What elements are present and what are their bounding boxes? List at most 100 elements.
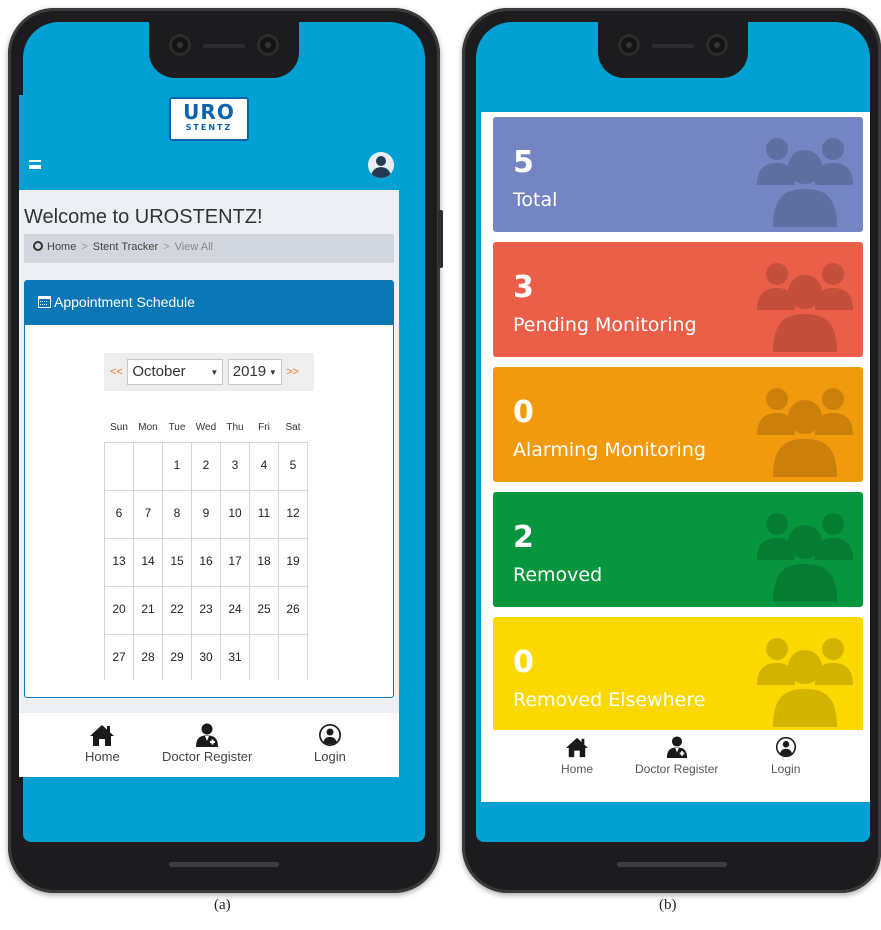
prev-month-button[interactable]: <<	[110, 366, 123, 378]
users-group-icon	[757, 513, 853, 602]
calendar-day-cell[interactable]: 27	[104, 633, 134, 680]
stat-label: Removed	[513, 564, 603, 586]
calendar-day-cell[interactable]	[249, 633, 279, 680]
calendar-day-cell[interactable]: 21	[133, 585, 163, 635]
nav-doctor-register-label: Doctor Register	[635, 762, 719, 776]
year-select[interactable]: 2019 ▼	[227, 359, 282, 385]
dashboard-icon	[33, 241, 43, 251]
breadcrumb-current: View All	[174, 241, 213, 253]
calendar-day-cell[interactable]	[104, 441, 134, 491]
calendar-day-cell[interactable]: 29	[162, 633, 192, 680]
caption-b: (b)	[659, 897, 677, 913]
calendar-day-cell[interactable]: 2	[191, 441, 221, 491]
calendar-week-row: 20 21 22 23 24 25 26	[104, 585, 308, 635]
users-group-icon	[757, 638, 853, 727]
stat-tile-pending-monitoring[interactable]: 3 Pending Monitoring	[493, 242, 863, 357]
nav-login-label: Login	[314, 749, 346, 764]
home-indicator	[616, 862, 727, 867]
nav-login[interactable]: Login	[771, 736, 800, 776]
user-avatar-icon[interactable]	[368, 152, 394, 178]
nav-home[interactable]: Home	[561, 736, 593, 776]
calendar-day-cell[interactable]: 10	[220, 489, 250, 539]
calendar-day-cell[interactable]: 1	[162, 441, 192, 491]
calendar-day-cell[interactable]: 7	[133, 489, 163, 539]
weekday-label: Mon	[138, 422, 158, 434]
users-group-icon	[757, 388, 853, 477]
caption-a: (a)	[214, 897, 231, 913]
speaker-grille	[652, 44, 694, 48]
calendar-day-cell[interactable]: 22	[162, 585, 192, 635]
dropdown-caret-icon: ▼	[268, 368, 277, 377]
calendar-day-cell[interactable]: 15	[162, 537, 192, 587]
nav-home[interactable]: Home	[85, 723, 120, 764]
stat-label: Pending Monitoring	[513, 314, 697, 336]
calendar-day-cell[interactable]: 4	[249, 441, 279, 491]
breadcrumb-separator: >	[81, 241, 88, 253]
stat-value: 2	[513, 520, 534, 555]
calendar-day-cell[interactable]	[133, 441, 163, 491]
stat-tile-removed-elsewhere[interactable]: 0 Removed Elsewhere	[493, 617, 863, 732]
stat-value: 0	[513, 645, 534, 680]
calendar-day-cell[interactable]: 13	[104, 537, 134, 587]
home-icon	[85, 723, 120, 747]
weekday-label: Thu	[226, 422, 244, 434]
calendar-day-cell[interactable]: 11	[249, 489, 279, 539]
calendar-day-cell[interactable]: 8	[162, 489, 192, 539]
notch	[598, 22, 748, 78]
bottom-nav: Home Doctor Register Login	[481, 730, 870, 792]
app-screen-dashboard: 5 Total 3 Pending Monitoring 0 Alarming …	[481, 112, 870, 802]
screen-b: 5 Total 3 Pending Monitoring 0 Alarming …	[476, 22, 870, 842]
speaker-grille	[203, 44, 245, 48]
phone-frame-b: 5 Total 3 Pending Monitoring 0 Alarming …	[462, 8, 881, 893]
weekday-header-row: Sun Mon Tue Wed Thu Fri Sat	[105, 414, 308, 442]
nav-login[interactable]: Login	[314, 723, 346, 764]
calendar-day-cell[interactable]	[278, 633, 308, 680]
breadcrumb: Home > Stent Tracker > View All	[24, 234, 394, 263]
calendar-day-cell[interactable]: 19	[278, 537, 308, 587]
calendar-day-cell[interactable]: 12	[278, 489, 308, 539]
calendar-day-cell[interactable]: 28	[133, 633, 163, 680]
doctor-icon	[635, 736, 718, 760]
nav-doctor-register[interactable]: Doctor Register	[162, 723, 252, 764]
stat-value: 3	[513, 270, 534, 305]
hamburger-menu-icon[interactable]	[29, 160, 41, 169]
stat-tile-alarming-monitoring[interactable]: 0 Alarming Monitoring	[493, 367, 863, 482]
nav-login-label: Login	[771, 762, 801, 776]
month-value: October	[132, 363, 186, 380]
calendar-day-cell[interactable]: 23	[191, 585, 221, 635]
page-title: Welcome to UROSTENTZ!	[24, 206, 263, 228]
breadcrumb-home[interactable]: Home	[47, 241, 76, 253]
weekday-label: Wed	[195, 422, 217, 434]
calendar-day-cell[interactable]: 30	[191, 633, 221, 680]
stat-tile-total[interactable]: 5 Total	[493, 117, 863, 232]
calendar-navigation: << October ▼ 2019 ▼ >>	[104, 353, 314, 391]
breadcrumb-stent-tracker[interactable]: Stent Tracker	[93, 241, 158, 253]
calendar-day-cell[interactable]: 14	[133, 537, 163, 587]
calendar-day-cell[interactable]: 25	[249, 585, 279, 635]
card-title: Appointment Schedule	[54, 294, 195, 310]
calendar-day-cell[interactable]: 31	[220, 633, 250, 680]
calendar-day-cell[interactable]: 6	[104, 489, 134, 539]
calendar-day-cell[interactable]: 24	[220, 585, 250, 635]
calendar-week-row: 27 28 29 30 31	[104, 633, 308, 680]
calendar-day-cell[interactable]: 5	[278, 441, 308, 491]
calendar-day-cell[interactable]: 3	[220, 441, 250, 491]
nav-doctor-register[interactable]: Doctor Register	[635, 736, 718, 776]
calendar-day-cell[interactable]: 16	[191, 537, 221, 587]
sensor-icon	[257, 34, 279, 56]
calendar-week-row: 1 2 3 4 5	[104, 441, 308, 491]
next-month-button[interactable]: >>	[286, 366, 299, 378]
calendar-day-cell[interactable]: 26	[278, 585, 308, 635]
calendar-day-cell[interactable]: 20	[104, 585, 134, 635]
calendar-day-cell[interactable]: 18	[249, 537, 279, 587]
nav-home-label: Home	[85, 749, 120, 764]
calendar-day-cell[interactable]: 9	[191, 489, 221, 539]
calendar-day-cell[interactable]: 17	[220, 537, 250, 587]
home-indicator	[169, 862, 279, 867]
month-select[interactable]: October ▼	[127, 359, 224, 385]
appointment-schedule-card: Appointment Schedule << October ▼ 2019 ▼ >…	[24, 280, 394, 698]
weekday-label: Sat	[285, 422, 301, 434]
stat-value: 5	[513, 145, 534, 180]
stat-tile-removed[interactable]: 2 Removed	[493, 492, 863, 607]
urostentz-logo[interactable]: URO STENTZ	[169, 97, 249, 141]
